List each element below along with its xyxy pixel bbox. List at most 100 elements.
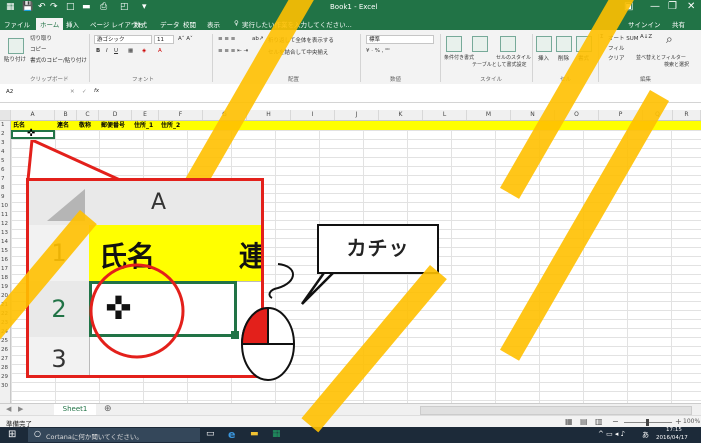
clock-time[interactable]: 17:15 [666, 427, 682, 433]
row-header[interactable]: 5 [0, 157, 10, 166]
tab-view[interactable]: 表示 [207, 19, 220, 29]
align-left-icon[interactable]: ≡ ≡ ≡ ⇤ ⇥ [218, 48, 248, 54]
horizontal-scrollbar[interactable] [420, 406, 692, 415]
underline-icon[interactable]: U [114, 48, 118, 54]
font-grow-icon[interactable]: A˄ A˅ [178, 36, 193, 42]
redo-icon[interactable]: ↷ [50, 2, 58, 12]
col-header[interactable]: R [673, 110, 701, 120]
confirm-entry-icon[interactable]: ✓ [82, 89, 87, 95]
select-all-corner[interactable] [0, 110, 11, 120]
conditional-format-button[interactable]: 条件付き書式 [444, 54, 474, 61]
open-icon[interactable]: ▬ [82, 2, 91, 12]
orientation-icon[interactable]: ab↗ [252, 36, 263, 42]
format-as-table-icon[interactable] [472, 36, 488, 52]
zoom-out-icon[interactable]: − [612, 417, 619, 426]
fill-color-icon[interactable]: ◈ [142, 48, 146, 54]
ime-indicator[interactable]: あ [642, 430, 649, 440]
undo-icon[interactable]: ↶ [38, 2, 46, 12]
add-sheet-button[interactable]: ⊕ [104, 404, 112, 414]
paste-icon[interactable] [8, 38, 24, 54]
col-header[interactable]: C [77, 110, 99, 120]
bold-icon[interactable]: B [96, 48, 100, 54]
maximize-icon[interactable]: ❐ [668, 1, 677, 12]
tab-file[interactable]: ファイル [4, 19, 30, 29]
col-header[interactable]: L [423, 110, 467, 120]
cell-styles-button[interactable]: セルのスタイル [496, 54, 531, 61]
sheet-nav-right-icon[interactable]: ▶ [18, 405, 23, 413]
col-header[interactable]: B [55, 110, 77, 120]
row-header[interactable]: 27 [0, 355, 10, 364]
row-header[interactable]: 1 [0, 121, 10, 130]
font-name-select[interactable]: 游ゴシック [94, 35, 152, 44]
col-header[interactable]: J [335, 110, 379, 120]
share-button[interactable]: 共有 [672, 19, 685, 29]
tray-icons[interactable]: ^ ▭ ◂ ♪ [598, 430, 625, 438]
row-header[interactable]: 28 [0, 364, 10, 373]
fill-button[interactable]: フィル [608, 44, 624, 52]
col-header[interactable]: E [132, 110, 159, 120]
col-header[interactable]: K [379, 110, 423, 120]
task-view-icon[interactable]: ▭ [206, 429, 215, 439]
tab-review[interactable]: 校閲 [183, 19, 196, 29]
font-color-icon[interactable]: A [158, 48, 162, 54]
insert-cells-icon[interactable] [536, 36, 552, 52]
minimize-icon[interactable]: — [650, 1, 660, 12]
name-box[interactable]: A2 [4, 88, 64, 97]
row-header[interactable]: 3 [0, 139, 10, 148]
row-header[interactable]: 10 [0, 202, 10, 211]
edge-icon[interactable]: e [228, 428, 235, 441]
cell-b1[interactable]: 連名 [57, 121, 69, 130]
row-header[interactable]: 14 [0, 238, 10, 247]
cell-c1[interactable]: 敬称 [79, 121, 91, 130]
delete-cells-button[interactable]: 削除 [558, 54, 569, 62]
explorer-icon[interactable]: ▬ [250, 429, 259, 439]
preview-icon[interactable]: ◰ [120, 2, 129, 12]
format-as-table-button[interactable]: テーブルとして書式設定 [472, 61, 527, 68]
sort-filter-button[interactable]: 並べ替えとフィルター [636, 54, 686, 61]
clock-date[interactable]: 2016/04/17 [656, 435, 688, 441]
border-icon[interactable]: ▦ [128, 48, 133, 54]
excel-taskbar-icon[interactable]: ▦ [272, 429, 281, 439]
row-header[interactable]: 30 [0, 382, 10, 391]
col-header[interactable]: I [291, 110, 335, 120]
number-format-select[interactable]: 標準 [366, 35, 434, 44]
zoom-slider-thumb[interactable] [646, 419, 649, 426]
tab-insert[interactable]: 挿入 [66, 19, 79, 29]
row-header[interactable]: 11 [0, 211, 10, 220]
tab-formulas[interactable]: 数式 [134, 19, 147, 29]
row-header[interactable]: 12 [0, 220, 10, 229]
view-normal-icon[interactable]: ▦ [565, 417, 573, 426]
find-select-icon[interactable]: ⌕ [666, 32, 673, 47]
row-header[interactable]: 9 [0, 193, 10, 202]
sheet-nav-left-icon[interactable]: ◀ [6, 405, 11, 413]
row-header[interactable]: 7 [0, 175, 10, 184]
row-header[interactable]: 16 [0, 256, 10, 265]
col-header[interactable]: F [159, 110, 203, 120]
row-header[interactable]: 6 [0, 166, 10, 175]
col-header[interactable]: D [99, 110, 132, 120]
zoom-in-icon[interactable]: + [675, 417, 682, 426]
italic-icon[interactable]: I [106, 48, 108, 54]
paste-button[interactable]: 貼り付け [4, 55, 26, 63]
tell-me-icon[interactable]: ♀ [234, 19, 239, 27]
currency-icon[interactable]: ¥ · % , ⁰⁰ [366, 48, 390, 54]
customize-qat-icon[interactable]: ▾ [142, 2, 147, 12]
font-size-select[interactable]: 11 [154, 35, 174, 44]
cell-styles-icon[interactable] [500, 36, 516, 52]
row-header[interactable]: 2 [0, 130, 10, 139]
row-header[interactable]: 18 [0, 274, 10, 283]
save-icon[interactable]: 💾 [22, 2, 33, 12]
row-header[interactable]: 25 [0, 337, 10, 346]
view-layout-icon[interactable]: ▤ [580, 417, 588, 426]
row-header[interactable]: 4 [0, 148, 10, 157]
col-header[interactable]: M [467, 110, 511, 120]
cortana-search-text[interactable]: Cortanaに何か聞いてください。 [46, 431, 143, 441]
cut-button[interactable]: 切り取り [30, 34, 52, 42]
insert-function-icon[interactable]: fx [94, 88, 99, 94]
formula-input[interactable] [108, 87, 694, 96]
copy-button[interactable]: コピー [30, 45, 47, 53]
delete-cells-icon[interactable] [556, 36, 572, 52]
cell-a1[interactable]: 氏名 [13, 121, 25, 130]
cell-f1[interactable]: 住所_2 [161, 121, 180, 130]
row-header[interactable]: 29 [0, 373, 10, 382]
